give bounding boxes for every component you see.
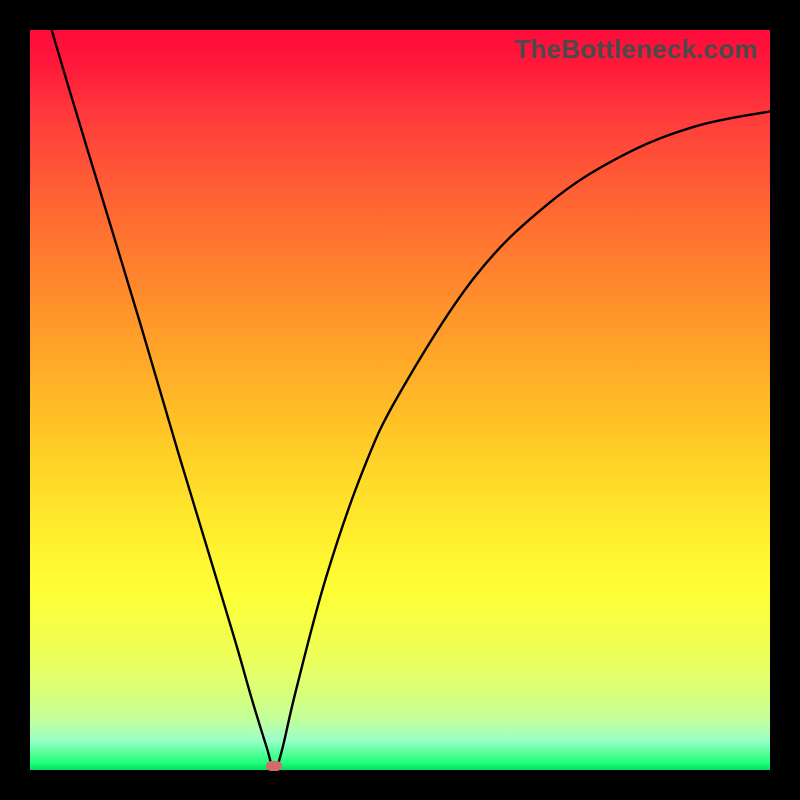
chart-frame: TheBottleneck.com	[0, 0, 800, 800]
bottleneck-curve	[30, 30, 770, 770]
plot-area: TheBottleneck.com	[30, 30, 770, 770]
optimal-point-marker	[266, 761, 282, 771]
watermark-label: TheBottleneck.com	[515, 34, 758, 65]
